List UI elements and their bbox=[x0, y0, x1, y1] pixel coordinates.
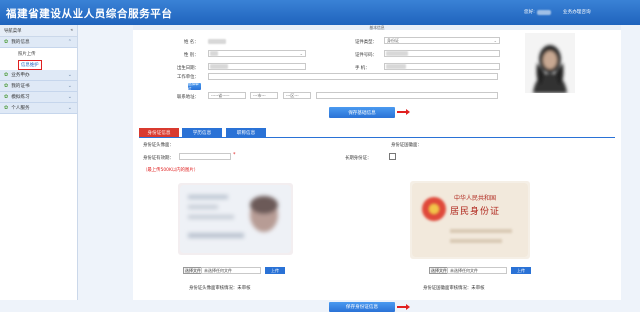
mobile-label: 手 机： bbox=[355, 66, 370, 71]
gear-icon: ✿ bbox=[4, 83, 9, 89]
workplace-label: 工作单位： bbox=[177, 75, 199, 80]
gender-select[interactable]: ⌄ bbox=[208, 50, 306, 57]
workplace-field[interactable] bbox=[208, 73, 498, 80]
save-basic-info-button[interactable]: 保存基础信息 bbox=[329, 107, 395, 118]
long-term-label: 长期身份证： bbox=[345, 156, 372, 161]
id-number-redacted bbox=[386, 51, 408, 56]
sidebar-group-certificates[interactable]: ✿ 我的证书 ⌄ bbox=[0, 81, 77, 92]
gear-icon: ✿ bbox=[4, 72, 9, 78]
chevron-down-icon: ⌄ bbox=[67, 105, 72, 111]
annotation-arrow bbox=[397, 109, 410, 115]
chevron-down-icon: ⌄ bbox=[299, 51, 303, 56]
back-review-status: 身份证国徽面审核情况：未审核 bbox=[423, 286, 485, 291]
id-expiry-label: 身份证有效期： bbox=[143, 156, 174, 161]
gender-label: 性 别： bbox=[184, 53, 199, 58]
name-label: 姓 名： bbox=[184, 40, 199, 45]
select-unit-button[interactable]: 选择单位 bbox=[188, 82, 201, 91]
id-type-value: 身份证 bbox=[387, 38, 399, 43]
sidebar-group-personal-service[interactable]: ✿ 个人服务 ⌄ bbox=[0, 103, 77, 114]
province-select[interactable]: -----省----- bbox=[208, 92, 246, 99]
id-type-select[interactable]: 身份证 ⌄ bbox=[384, 37, 500, 44]
address-label: 联系地址： bbox=[177, 95, 199, 100]
portrait-icon bbox=[533, 45, 567, 93]
choose-file-front-button[interactable]: 选择文件 bbox=[183, 267, 203, 274]
birth-date-redacted bbox=[210, 64, 228, 69]
id-type-label: 证件类型： bbox=[355, 40, 377, 45]
gear-icon: ✿ bbox=[4, 39, 9, 45]
id-back-title-line1: 中华人民共和国 bbox=[454, 195, 497, 202]
portrait-photo bbox=[525, 33, 575, 93]
sidebar-group-my-info[interactable]: ✿ 我的信息 ⌃ bbox=[0, 37, 77, 48]
sidebar-title: 导航菜单 bbox=[4, 28, 22, 34]
mobile-redacted bbox=[386, 64, 406, 69]
sidebar-group-label: 个人服务 bbox=[11, 106, 30, 111]
upload-back-button[interactable]: 上传 bbox=[511, 267, 531, 274]
city-select[interactable]: ---市--- bbox=[250, 92, 278, 99]
id-expiry-field[interactable] bbox=[179, 153, 231, 160]
front-review-status: 身份证头像面审核情况：未审核 bbox=[189, 286, 251, 291]
id-back-title-line2: 居民身份证 bbox=[450, 207, 501, 217]
gear-icon: ✿ bbox=[4, 105, 9, 111]
sidebar-header: 导航菜单 « bbox=[0, 25, 77, 37]
sidebar-item-info-maintenance[interactable]: 信息维护 bbox=[0, 59, 77, 70]
required-icon: * bbox=[233, 152, 236, 158]
upload-front-button[interactable]: 上传 bbox=[265, 267, 285, 274]
chevron-down-icon: ⌄ bbox=[67, 83, 72, 89]
sidebar-group-business[interactable]: ✿ 业务申办 ⌄ bbox=[0, 70, 77, 81]
sidebar-group-label: 模拟练习 bbox=[11, 95, 30, 100]
sidebar-group-practice[interactable]: ✿ 模拟练习 ⌄ bbox=[0, 92, 77, 103]
address-detail-field[interactable] bbox=[316, 92, 498, 99]
id-front-label: 身份证头像面： bbox=[143, 143, 174, 148]
id-front-card-icon bbox=[180, 185, 291, 253]
id-back-image: 中华人民共和国 居民身份证 bbox=[410, 181, 530, 259]
long-term-checkbox[interactable] bbox=[389, 153, 396, 160]
district-select[interactable]: ---区--- bbox=[283, 92, 311, 99]
sidebar-group-label: 我的证书 bbox=[11, 84, 30, 89]
main-panel: 基本信息 姓 名： 性 别： ⌄ 出生日期： 工作单位： 选择单位 联系地址： … bbox=[133, 25, 621, 312]
basic-info-section-title: 基本信息 bbox=[133, 25, 621, 30]
birth-date-label: 出生日期： bbox=[177, 66, 199, 71]
user-name-redacted bbox=[536, 9, 551, 15]
back-file-name: 未选择任何文件 bbox=[447, 267, 507, 274]
site-logo-title: 福建省建设从业人员综合服务平台 bbox=[6, 8, 173, 20]
name-value-redacted bbox=[208, 39, 226, 44]
sidebar: 导航菜单 « ✿ 我的信息 ⌃ 照片上传 信息维护 ✿ 业务申办 ⌄ ✿ 我的证书 ⌄ ✿ 模拟… bbox=[0, 25, 78, 300]
annotation-arrow bbox=[397, 304, 410, 310]
sidebar-group-label: 我的信息 bbox=[11, 40, 30, 45]
chevron-down-icon: ⌄ bbox=[67, 72, 72, 78]
collapse-icon[interactable]: « bbox=[70, 28, 73, 33]
save-id-card-button[interactable]: 保存身份证信息 bbox=[329, 302, 395, 312]
id-back-label: 身份证国徽面： bbox=[391, 143, 422, 148]
sidebar-group-label: 业务申办 bbox=[11, 73, 30, 78]
support-link[interactable]: 业务办理咨询 bbox=[563, 9, 591, 15]
sidebar-item-label: 照片上传 bbox=[18, 51, 36, 57]
chevron-down-icon: ⌄ bbox=[493, 38, 497, 43]
id-front-image bbox=[178, 183, 293, 255]
chevron-down-icon: ⌄ bbox=[67, 94, 72, 100]
front-file-name: 未选择任何文件 bbox=[201, 267, 261, 274]
chevron-up-icon: ⌃ bbox=[67, 39, 72, 45]
app-header: 福建省建设从业人员综合服务平台 您好: 业务办理咨询 bbox=[0, 0, 640, 25]
gender-value-redacted bbox=[210, 51, 218, 56]
user-greeting: 您好: bbox=[524, 9, 551, 15]
sidebar-item-label: 信息维护 bbox=[18, 59, 42, 70]
upload-size-notice: （最上传500K以内的图片） bbox=[143, 168, 199, 173]
tab-underline bbox=[139, 137, 615, 138]
gear-icon: ✿ bbox=[4, 94, 9, 100]
user-greeting-prefix: 您好: bbox=[524, 10, 535, 15]
sidebar-item-photo-upload[interactable]: 照片上传 bbox=[0, 48, 77, 59]
choose-file-back-button[interactable]: 选择文件 bbox=[429, 267, 449, 274]
id-number-label: 证件号码： bbox=[355, 53, 377, 58]
